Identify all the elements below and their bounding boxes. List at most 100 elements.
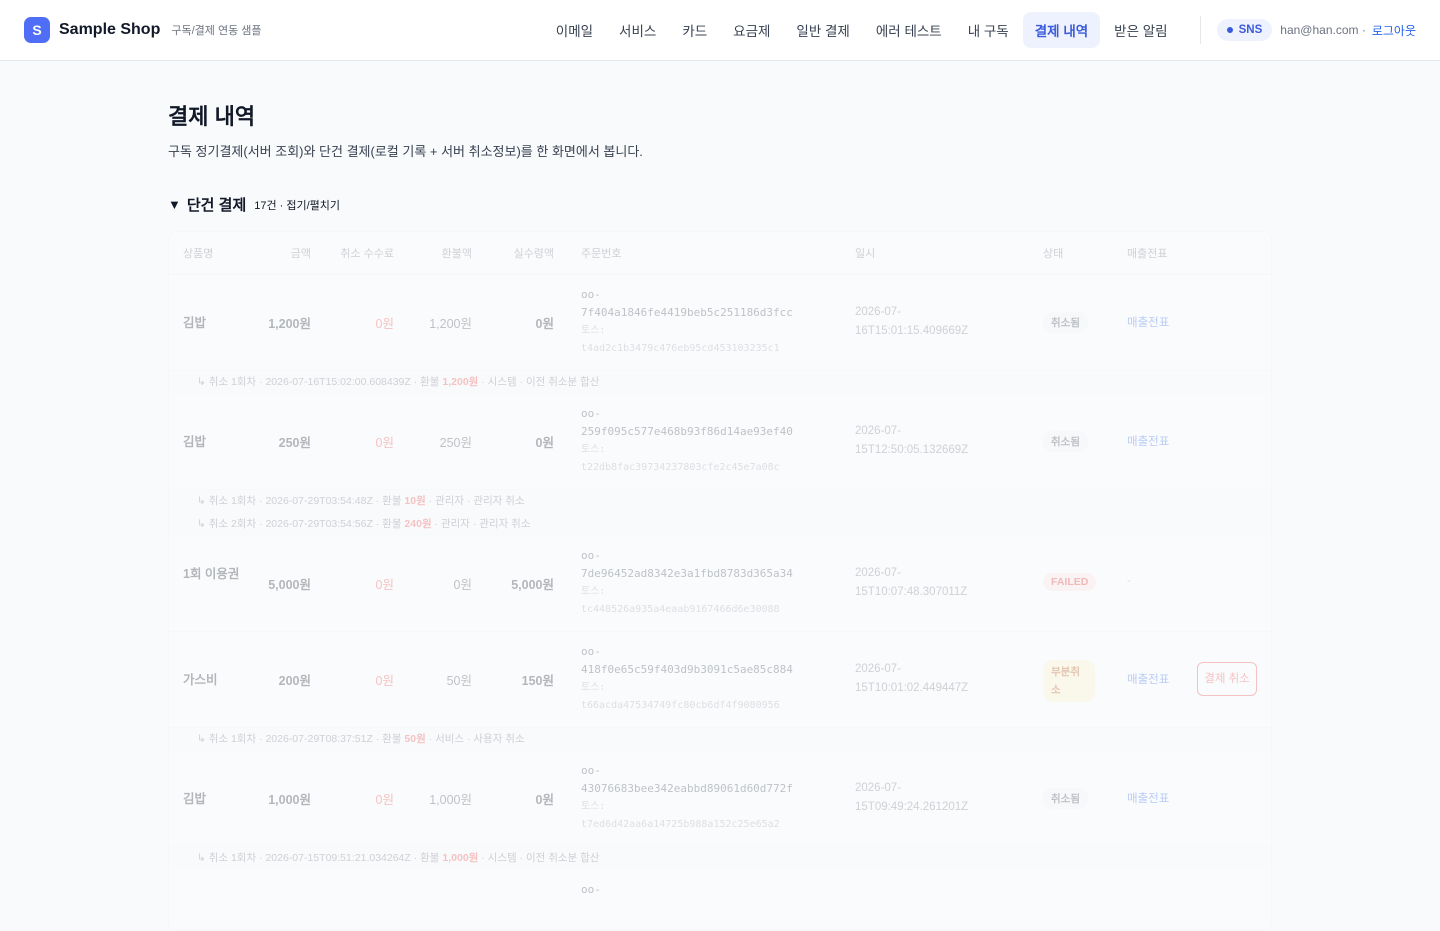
page-title: 결제 내역 — [168, 104, 256, 129]
sns-badge: SNS — [1216, 19, 1273, 41]
col-cancel-fee: 취소 수수료 — [340, 248, 394, 260]
collapse-triangle-icon: ▼ — [168, 197, 181, 212]
date-line-1: 2026-07- — [855, 425, 902, 437]
nav-my-subscription[interactable]: 내 구독 — [956, 12, 1021, 48]
refund: 250원 — [439, 436, 472, 450]
date-line-1: 2026-07- — [855, 306, 902, 318]
order-id: 7de96452ad8342e3a1fbd8783d365a34 — [581, 567, 793, 580]
actual-amount: 0원 — [535, 317, 554, 331]
top-header: S Sample Shop 구독/결제 연동 샘플 이메일 서비스 카드 요금제… — [0, 0, 1440, 61]
main-nav: 이메일 서비스 카드 요금제 일반 결제 에러 테스트 내 구독 결제 내역 받… — [542, 12, 1180, 48]
status: FAILED — [1043, 573, 1097, 591]
status: 취소됨 — [1043, 788, 1088, 809]
date-line-2: 16T15:01:15.409669Z — [855, 325, 969, 337]
header-divider — [1199, 16, 1201, 44]
refund-amount: 50원 — [404, 733, 426, 745]
status-badge: 부분취소 — [1043, 660, 1095, 702]
brand-subtitle: 구독/결제 연동 샘플 — [171, 25, 262, 37]
user-email: han@han.com · — [1280, 23, 1366, 37]
brand-name[interactable]: Sample Shop — [59, 21, 160, 39]
refund-amount: 1,000원 — [442, 852, 479, 864]
toss-prefix: 토스: — [581, 586, 606, 597]
refund: 1,200원 — [429, 317, 472, 331]
cancel-fee: 0원 — [375, 674, 394, 688]
col-actual: 실수령액 — [513, 248, 554, 260]
cancel-note: ↳ 취소 1회차 · 2026-07-16T15:02:00.608439Z ·… — [169, 371, 1271, 394]
product-name: 가스비 — [183, 673, 218, 687]
table-row: 가스비 200원 0원 50원 150원 oo- 418f0e65c59f403… — [169, 632, 1271, 728]
page-description: 구독 정기결제(서버 조회)와 단건 결제(로컬 기록 + 서버 취소정보)를 … — [168, 144, 643, 159]
col-receipt: 매출전표 — [1127, 248, 1168, 260]
nav-notifications[interactable]: 받은 알림 — [1102, 12, 1179, 48]
order-number: oo- 259f095c577e468b93f86d14ae93ef40 토스:… — [581, 405, 841, 477]
order-number: oo- 7de96452ad8342e3a1fbd8783d365a34 토스:… — [581, 547, 841, 619]
col-date: 일시 — [855, 248, 876, 260]
status-badge: 취소됨 — [1043, 788, 1088, 809]
table-row: 김밥 250원 0원 250원 0원 oo- 259f095c577e468b9… — [169, 394, 1271, 490]
order-number: oo- 7f404a1846fe4419beb5c251186d3fcc 토스:… — [581, 286, 841, 358]
refund: 50원 — [446, 674, 472, 688]
toss-id: t66acda47534749fc80cb6df4f9080956 — [581, 700, 780, 711]
table-row: 김밥 1,000원 0원 1,000원 0원 oo- 43076683bee34… — [169, 751, 1271, 847]
actual-amount: 150원 — [521, 674, 554, 688]
section-title: 단건 결제 — [186, 197, 247, 214]
col-refund: 환불액 — [441, 248, 472, 260]
status-badge: 취소됨 — [1043, 431, 1088, 452]
payment-date: 2026-07- 15T10:01:02.449447Z — [855, 660, 995, 698]
nav-payment-history[interactable]: 결제 내역 — [1022, 12, 1101, 48]
order-number: oo- — [581, 881, 841, 899]
cancel-note: ↳ 취소 2회차 · 2026-07-29T03:54:56Z · 환불 240… — [169, 513, 1271, 536]
date-line-2: 15T10:01:02.449447Z — [855, 682, 969, 694]
receipt-link[interactable]: 매출전표 — [1127, 314, 1169, 330]
cancel-note: ↳ 취소 1회차 · 2026-07-29T08:37:51Z · 환불 50원… — [169, 728, 1271, 751]
status-badge: FAILED — [1043, 573, 1097, 591]
amount: 1,200원 — [268, 317, 311, 331]
order-number: oo- 418f0e65c59f403d9b3091c5ae85c884 토스:… — [581, 643, 841, 715]
table-row: 김밥 1,200원 0원 1,200원 0원 oo- 7f404a1846fe4… — [169, 275, 1271, 371]
shop-logo-icon[interactable]: S — [24, 17, 50, 43]
product-name: 김밥 — [183, 435, 207, 449]
order-id: 43076683bee342eabbd89061d60d772f — [581, 782, 793, 795]
toss-prefix: 토스: — [581, 444, 606, 455]
order-prefix: oo- — [581, 288, 601, 301]
amount: 5,000원 — [268, 578, 311, 592]
refund-amount: 240원 — [404, 518, 432, 530]
receipt-link[interactable]: 매출전표 — [1127, 790, 1169, 806]
receipt-link[interactable]: 매출전표 — [1127, 671, 1169, 687]
payment-date: 2026-07- 15T10:07:48.307011Z — [855, 564, 995, 602]
sns-label: SNS — [1238, 24, 1263, 36]
toss-id: tc448526a935a4eaab9167466d6e30088 — [581, 604, 780, 615]
date-line-2: 15T12:50:05.132669Z — [855, 444, 969, 456]
cancel-note: ↳ 취소 1회차 · 2026-07-15T09:51:21.034264Z ·… — [169, 847, 1271, 870]
cancel-fee: 0원 — [375, 436, 394, 450]
order-number: oo- 43076683bee342eabbd89061d60d772f 토스:… — [581, 762, 841, 834]
nav-card[interactable]: 카드 — [670, 12, 719, 48]
col-status: 상태 — [1043, 248, 1064, 260]
payment-date: 2026-07- 16T15:01:15.409669Z — [855, 303, 995, 341]
nav-plans[interactable]: 요금제 — [721, 12, 782, 48]
cancel-payment-button[interactable]: 결제 취소 — [1197, 662, 1257, 696]
refund: 0원 — [453, 578, 472, 592]
section-meta: 17건 · 접기/펼치기 — [254, 199, 341, 212]
status: 취소됨 — [1043, 431, 1088, 452]
receipt-link[interactable]: 매출전표 — [1127, 433, 1169, 449]
date-line-1: 2026-07- — [855, 663, 902, 675]
toss-id: t7ed6d42aa6a14725b988a152c25e65a2 — [581, 819, 780, 830]
cancel-note: ↳ 취소 1회차 · 2026-07-29T03:54:48Z · 환불 10원… — [169, 490, 1271, 513]
date-line-2: 15T10:07:48.307011Z — [855, 586, 968, 598]
toss-prefix: 토스: — [581, 801, 606, 812]
nav-service[interactable]: 서비스 — [607, 12, 668, 48]
order-id: 259f095c577e468b93f86d14ae93ef40 — [581, 425, 793, 438]
col-amount: 금액 — [290, 248, 311, 260]
logout-link[interactable]: 로그아웃 — [1372, 22, 1416, 39]
table-header: 상품명 금액 취소 수수료 환불액 실수령액 주문번호 일시 상태 매출전표 — [169, 232, 1271, 275]
nav-general-payment[interactable]: 일반 결제 — [784, 12, 861, 48]
order-prefix: oo- — [581, 549, 601, 562]
status: 부분취소 — [1043, 660, 1095, 702]
nav-error-test[interactable]: 에러 테스트 — [864, 12, 954, 48]
cancel-fee: 0원 — [375, 793, 394, 807]
order-prefix: oo- — [581, 645, 601, 658]
nav-email[interactable]: 이메일 — [544, 12, 605, 48]
toss-id: t22db8fac39734237803cfe2c45e7a08c — [581, 462, 780, 473]
single-payment-section-toggle[interactable]: ▼ 단건 결제 17건 · 접기/펼치기 — [168, 194, 1272, 215]
